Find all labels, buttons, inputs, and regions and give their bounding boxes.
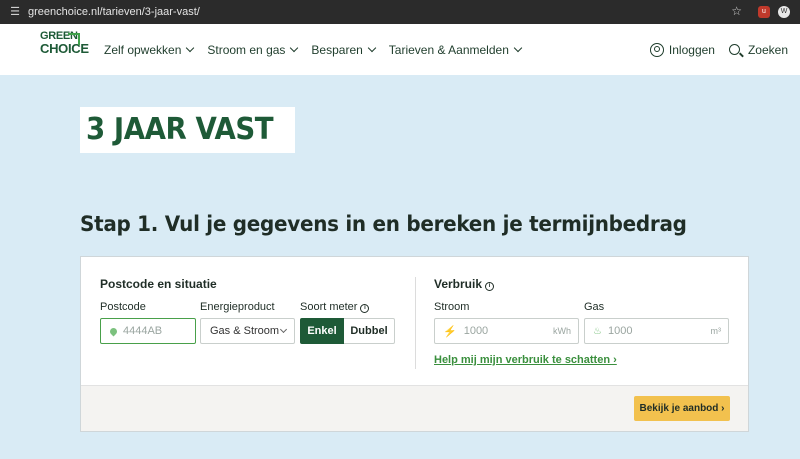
search-label: Zoeken xyxy=(747,42,788,57)
gas-unit: m³ xyxy=(710,326,722,336)
postcode-input[interactable]: 4444AB xyxy=(100,318,196,344)
verbruik-title-text: Verbruik xyxy=(434,277,483,291)
meter-option-enkel[interactable]: Enkel xyxy=(300,318,344,344)
site-settings-icon[interactable]: ☰ xyxy=(8,5,22,19)
lightning-icon: ⚡ xyxy=(443,325,457,338)
nav-label: Tarieven & Aanmelden xyxy=(388,42,509,57)
chevron-down-icon xyxy=(290,43,299,52)
section-divider xyxy=(415,277,416,369)
calculator-card: Postcode en situatie Postcode 4444AB Ene… xyxy=(80,256,749,432)
postcode-placeholder: 4444AB xyxy=(123,325,163,337)
profile-icon[interactable]: W xyxy=(778,6,790,18)
nav-stroom-en-gas[interactable]: Stroom en gas xyxy=(207,42,299,57)
login-button[interactable]: Inloggen xyxy=(649,42,715,57)
address-bar[interactable]: greenchoice.nl/tarieven/3-jaar-vast/ xyxy=(28,6,200,18)
page-title-box: 3 JAAR VAST xyxy=(80,107,296,153)
nav-label: Besparen xyxy=(311,42,363,57)
gas-label: Gas xyxy=(584,301,605,313)
section-title-postcode: Postcode en situatie xyxy=(100,277,217,291)
extension-icon[interactable]: u xyxy=(758,6,770,18)
logo-mark-icon xyxy=(68,33,80,45)
stroom-label: Stroom xyxy=(434,301,470,313)
site-header: GREEN CHOICE Zelf opwekken Stroom en gas… xyxy=(0,24,800,75)
product-label: Energieproduct xyxy=(200,301,275,313)
gas-placeholder: 1000 xyxy=(607,325,633,337)
estimate-usage-link[interactable]: Help mij mijn verbruik te schatten › xyxy=(434,354,617,366)
nav-label: Stroom en gas xyxy=(207,42,286,57)
header-actions: Inloggen Zoeken xyxy=(636,24,788,75)
main-nav: Zelf opwekken Stroom en gas Besparen Tar… xyxy=(104,24,535,75)
location-pin-icon xyxy=(108,326,119,336)
flame-icon: ♨ xyxy=(593,325,602,337)
stroom-unit: kWh xyxy=(553,326,571,336)
nav-besparen[interactable]: Besparen xyxy=(311,42,377,57)
step-title: Stap 1. Vul je gegevens in en bereken je… xyxy=(80,212,687,236)
login-label: Inloggen xyxy=(668,42,715,57)
chevron-down-icon xyxy=(513,43,523,52)
chevron-down-icon xyxy=(186,43,195,52)
meter-option-dubbel[interactable]: Dubbel xyxy=(344,318,395,344)
page-title: 3 JAAR VAST xyxy=(86,112,274,147)
user-icon xyxy=(649,42,664,57)
info-icon[interactable]: i xyxy=(485,282,495,291)
stroom-placeholder: 1000 xyxy=(463,325,489,337)
chevron-down-icon xyxy=(279,325,288,334)
nav-tarieven-aanmelden[interactable]: Tarieven & Aanmelden xyxy=(388,42,523,57)
nav-zelf-opwekken[interactable]: Zelf opwekken xyxy=(104,42,195,57)
info-icon[interactable]: i xyxy=(360,304,370,313)
stroom-input[interactable]: ⚡ 1000 kWh xyxy=(434,318,579,344)
greenchoice-logo[interactable]: GREEN CHOICE xyxy=(40,30,89,66)
meter-label: Soort meter i xyxy=(300,301,370,313)
view-offer-button[interactable]: Bekijk je aanbod › xyxy=(634,396,730,421)
browser-toolbar: ☰ greenchoice.nl/tarieven/3-jaar-vast/ ☆… xyxy=(0,0,800,24)
product-select-value: Gas & Stroom xyxy=(210,325,280,337)
nav-label: Zelf opwekken xyxy=(104,42,182,57)
gas-input[interactable]: ♨ 1000 m³ xyxy=(584,318,729,344)
search-button[interactable]: Zoeken xyxy=(728,42,788,57)
meter-label-text: Soort meter xyxy=(300,301,358,313)
postcode-label: Postcode xyxy=(100,301,146,313)
meter-toggle: Enkel Dubbel xyxy=(300,318,395,344)
product-select[interactable]: Gas & Stroom xyxy=(200,318,295,344)
bookmark-star-icon[interactable]: ☆ xyxy=(731,4,742,18)
section-title-verbruik: Verbruik i xyxy=(434,277,495,291)
chevron-down-icon xyxy=(367,43,377,52)
search-icon xyxy=(728,44,740,55)
